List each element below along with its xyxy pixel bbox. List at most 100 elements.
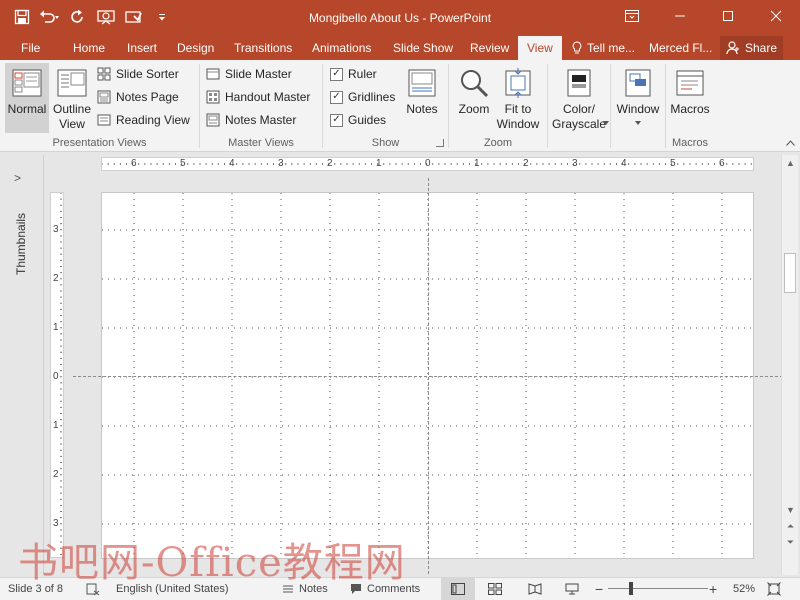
reading-view-icon (97, 114, 111, 126)
presentation-views-label: Presentation Views (52, 137, 147, 149)
zoom-in-icon[interactable]: + (709, 578, 717, 600)
user-account[interactable]: Merced Fl... (649, 36, 712, 60)
lightbulb-icon (572, 41, 582, 54)
tab-transitions[interactable]: Transitions (234, 36, 292, 60)
next-slide-icon[interactable]: ⏷ (785, 537, 796, 548)
watermark: 书吧网-Office教程网 (18, 540, 406, 586)
ruler-number: 4 (229, 158, 235, 169)
notes-master-button[interactable]: Notes Master (206, 110, 296, 130)
zoom-button[interactable]: Zoom (454, 63, 494, 117)
zoom-label: Zoom (458, 102, 490, 116)
scroll-thumb[interactable] (784, 253, 796, 293)
ruler-number: 3 (53, 224, 59, 235)
window-controls (608, 0, 800, 32)
notes-page-icon (97, 90, 111, 104)
tab-slide-show[interactable]: Slide Show (393, 36, 453, 60)
notes-page-label: Notes Page (116, 90, 179, 104)
minimize-icon[interactable] (656, 0, 704, 32)
fit-label-1: Fit to (504, 102, 532, 116)
tab-animations[interactable]: Animations (312, 36, 371, 60)
maximize-icon[interactable] (704, 0, 752, 32)
slide-master-label: Slide Master (225, 67, 292, 81)
zoom-out-icon[interactable]: − (595, 578, 603, 600)
guides-label: Guides (348, 113, 387, 127)
ruler-number: 1 (376, 158, 382, 169)
ribbon-display-options-icon[interactable] (608, 0, 656, 32)
previous-slide-icon[interactable]: ⏶ (785, 521, 796, 532)
outline-label-1: Outline (52, 102, 92, 116)
person-icon (726, 41, 739, 55)
group-window: Window (611, 60, 665, 151)
slide-master-button[interactable]: Slide Master (206, 64, 292, 84)
slide-master-icon (206, 68, 220, 80)
reading-view-button[interactable]: Reading View (97, 110, 190, 130)
color-label-1: Color/ (562, 102, 595, 116)
share-label: Share (744, 41, 778, 55)
zoom-slider-thumb[interactable] (629, 582, 634, 595)
share-button[interactable]: Share (720, 36, 783, 60)
vertical-guide[interactable] (428, 178, 429, 574)
handout-master-label: Handout Master (225, 90, 311, 104)
reading-view-status-icon[interactable] (528, 578, 542, 600)
fit-slide-to-window-icon[interactable] (767, 578, 781, 600)
zoom-level[interactable]: 52% (733, 578, 755, 600)
handout-master-icon (206, 90, 220, 104)
gridlines-check-icon: ✓ (330, 90, 343, 104)
ruler-check-icon: ✓ (330, 67, 343, 81)
slide-sorter-status-icon[interactable] (488, 578, 502, 600)
tab-insert[interactable]: Insert (127, 36, 157, 60)
color-label-2: Grayscale (551, 117, 607, 131)
tab-view[interactable]: View (518, 36, 562, 60)
macros-button[interactable]: Macros (668, 63, 712, 117)
magnifier-icon (461, 70, 489, 98)
show-label: Show (371, 137, 400, 149)
ruler-checkbox[interactable]: ✓ Ruler (330, 64, 377, 84)
reading-view-label: Reading View (116, 113, 190, 127)
tab-review[interactable]: Review (470, 36, 509, 60)
notes-icon (408, 69, 436, 97)
fit-to-window-button[interactable]: Fit to Window (494, 63, 542, 132)
title-bar: Mongibello About Us - PowerPoint (0, 0, 800, 36)
group-master-views: Slide Master Handout Master Notes Master… (200, 60, 322, 151)
master-views-label: Master Views (228, 137, 294, 149)
ribbon-view: Normal Outline View Slide Sorter Notes P… (0, 60, 800, 152)
tab-design[interactable]: Design (177, 36, 214, 60)
ruler-number: 6 (131, 158, 137, 169)
color-dropdown-icon (603, 121, 609, 125)
normal-view-button[interactable]: Normal (5, 63, 49, 133)
color-grayscale-button[interactable]: Color/ Grayscale (550, 63, 608, 132)
ruler-number: 3 (572, 158, 578, 169)
expand-thumbnails-icon[interactable]: > (14, 171, 21, 185)
notes-page-button[interactable]: Notes Page (97, 87, 179, 107)
guides-checkbox[interactable]: ✓ Guides (330, 110, 386, 130)
scroll-up-icon[interactable]: ▲ (785, 158, 796, 169)
ruler-number: 3 (53, 518, 59, 529)
outline-label-2: View (59, 117, 85, 131)
ruler-number: 2 (327, 158, 333, 169)
handout-master-button[interactable]: Handout Master (206, 87, 310, 107)
collapse-ribbon-icon[interactable] (786, 140, 795, 146)
horizontal-ruler[interactable]: 6 5 4 3 2 1 0 1 2 3 4 5 6 (101, 157, 754, 171)
outline-view-icon (57, 69, 87, 97)
thumbnails-label[interactable]: Thumbnails (14, 195, 28, 275)
window-button[interactable]: Window (613, 63, 663, 117)
scroll-down-icon[interactable]: ▼ (785, 505, 796, 516)
ruler-number: 2 (53, 469, 59, 480)
ruler-number: 1 (53, 420, 59, 431)
vertical-ruler[interactable]: 3 2 1 0 1 2 3 (50, 192, 64, 558)
tab-home[interactable]: Home (73, 36, 105, 60)
notes-button[interactable]: Notes (403, 63, 441, 117)
normal-view-status-icon[interactable] (441, 578, 475, 600)
close-icon[interactable] (752, 0, 800, 32)
vertical-scrollbar[interactable]: ▲ ▼ ⏶ ⏷ (781, 155, 798, 575)
outline-view-button[interactable]: Outline View (51, 63, 93, 132)
zoom-slider-track[interactable] (608, 588, 708, 589)
slide-show-status-icon[interactable] (565, 578, 579, 600)
gridlines-checkbox[interactable]: ✓ Gridlines (330, 87, 395, 107)
ruler-number: 5 (670, 158, 676, 169)
slide-sorter-button[interactable]: Slide Sorter (97, 64, 179, 84)
fit-label-2: Window (496, 117, 540, 131)
group-zoom: Zoom Fit to Window Zoom (449, 60, 547, 151)
tell-me-search[interactable]: Tell me... (572, 36, 635, 60)
tab-file[interactable]: File (21, 36, 40, 60)
